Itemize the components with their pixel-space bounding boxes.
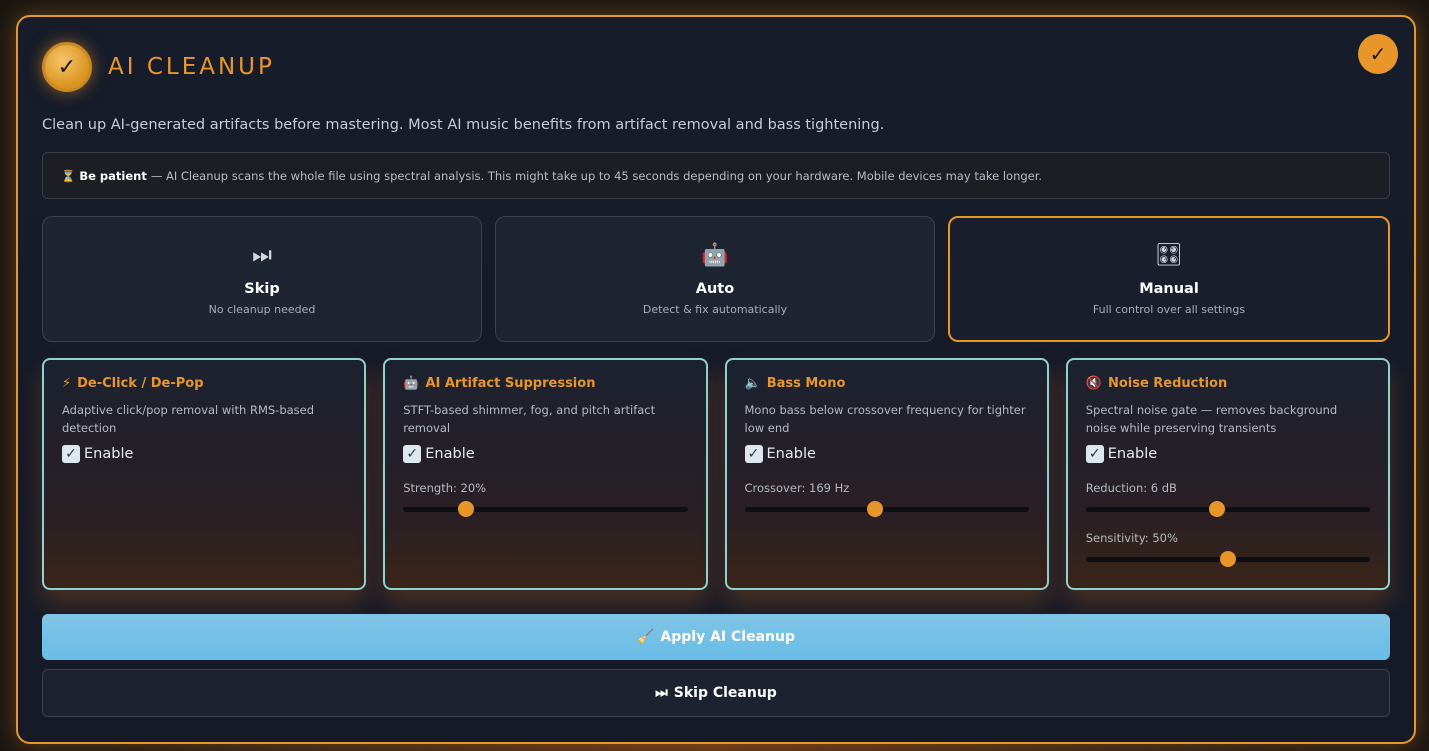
enable-label: Enable: [1107, 446, 1158, 462]
declick-enable-toggle[interactable]: ✓ Enable: [62, 445, 346, 463]
control-knobs-icon: 🎛: [1155, 242, 1183, 268]
crossover-slider[interactable]: [744, 501, 1029, 517]
speaker-icon: 🔈: [744, 376, 761, 391]
reduction-label: Reduction: 6 dB: [1085, 481, 1177, 495]
skip-forward-icon: ⏭: [655, 685, 668, 701]
panel-description: Clean up AI-generated artifacts before m…: [42, 117, 885, 133]
mode-sublabel: No cleanup needed: [208, 302, 316, 316]
robot-icon: 🤖: [403, 376, 420, 391]
card-title: Noise Reduction: [1107, 376, 1228, 391]
mode-label: Auto: [695, 280, 735, 297]
checkbox-checked-icon[interactable]: ✓: [403, 445, 422, 463]
lightning-icon: ⚡: [62, 376, 72, 391]
check-icon: ✓: [42, 42, 92, 92]
card-description: Adaptive click/pop removal with RMS-base…: [62, 403, 315, 435]
skip-forward-icon: ⏭: [252, 242, 272, 268]
checkbox-checked-icon[interactable]: ✓: [1085, 445, 1104, 463]
enable-label: Enable: [766, 446, 816, 462]
card-title: De-Click / De-Pop: [77, 376, 204, 391]
mode-skip[interactable]: ⏭ Skip No cleanup needed: [42, 216, 482, 342]
settings-cards: ⚡ De-Click / De-Pop Adaptive click/pop r…: [42, 358, 1390, 590]
notice-text: — AI Cleanup scans the whole file using …: [150, 168, 1043, 183]
mode-sublabel: Detect & fix automatically: [642, 302, 788, 316]
card-declick: ⚡ De-Click / De-Pop Adaptive click/pop r…: [42, 358, 367, 590]
mode-auto[interactable]: 🤖 Auto Detect & fix automatically: [495, 216, 935, 342]
hourglass-icon: ⏳: [61, 168, 76, 183]
skip-label: Skip Cleanup: [673, 685, 777, 701]
crossover-label: Crossover: 169 Hz: [744, 481, 850, 495]
slider-track[interactable]: [744, 507, 1029, 512]
sensitivity-label: Sensitivity: 50%: [1085, 531, 1178, 545]
notice-bold: Be patient: [79, 168, 147, 183]
checkbox-checked-icon[interactable]: ✓: [62, 445, 80, 463]
apply-cleanup-button[interactable]: 🧹 Apply AI Cleanup: [42, 614, 1390, 660]
slider-track[interactable]: [1085, 507, 1370, 512]
mode-manual[interactable]: 🎛 Manual Full control over all settings: [948, 216, 1390, 342]
panel-header: ✓ AI CLEANUP: [42, 41, 275, 93]
slider-thumb[interactable]: [1208, 501, 1225, 517]
card-description: Spectral noise gate — removes background…: [1085, 403, 1338, 435]
card-artifact-suppression: 🤖 AI Artifact Suppression STFT-based shi…: [383, 358, 708, 590]
broom-icon: 🧹: [636, 629, 655, 645]
bass-mono-enable-toggle[interactable]: ✓ Enable: [744, 445, 1029, 463]
artifact-enable-toggle[interactable]: ✓ Enable: [403, 445, 687, 463]
card-title: AI Artifact Suppression: [425, 376, 596, 391]
mode-label: Skip: [244, 280, 280, 297]
noise-reduction-enable-toggle[interactable]: ✓ Enable: [1085, 445, 1370, 463]
strength-label: Strength: 20%: [403, 481, 487, 495]
enable-label: Enable: [84, 446, 134, 462]
sensitivity-slider[interactable]: [1085, 551, 1370, 567]
panel-title: AI CLEANUP: [108, 54, 275, 80]
status-check-icon[interactable]: ✓: [1358, 34, 1398, 74]
card-noise-reduction: 🔇 Noise Reduction Spectral noise gate — …: [1065, 358, 1390, 590]
slider-thumb[interactable]: [1219, 551, 1236, 567]
patience-notice: ⏳ Be patient — AI Cleanup scans the whol…: [42, 152, 1390, 199]
robot-icon: 🤖: [701, 242, 729, 268]
mode-sublabel: Full control over all settings: [1092, 302, 1246, 316]
enable-label: Enable: [425, 446, 475, 462]
slider-thumb[interactable]: [457, 501, 474, 517]
ai-cleanup-panel: ✓ AI CLEANUP ✓ Clean up AI-generated art…: [16, 15, 1416, 744]
mode-label: Manual: [1139, 280, 1199, 297]
mute-speaker-icon: 🔇: [1085, 376, 1102, 391]
strength-slider[interactable]: [403, 501, 688, 517]
mode-selector: ⏭ Skip No cleanup needed 🤖 Auto Detect &…: [42, 216, 1390, 342]
slider-thumb[interactable]: [867, 501, 884, 517]
card-bass-mono: 🔈 Bass Mono Mono bass below crossover fr…: [724, 358, 1049, 590]
card-description: Mono bass below crossover frequency for …: [744, 403, 1026, 435]
checkbox-checked-icon[interactable]: ✓: [744, 445, 763, 463]
slider-track[interactable]: [403, 507, 688, 512]
skip-cleanup-button[interactable]: ⏭ Skip Cleanup: [42, 669, 1390, 717]
reduction-slider[interactable]: [1085, 501, 1370, 517]
card-description: STFT-based shimmer, fog, and pitch artif…: [403, 403, 656, 435]
card-title: Bass Mono: [766, 376, 846, 391]
apply-label: Apply AI Cleanup: [660, 629, 795, 645]
